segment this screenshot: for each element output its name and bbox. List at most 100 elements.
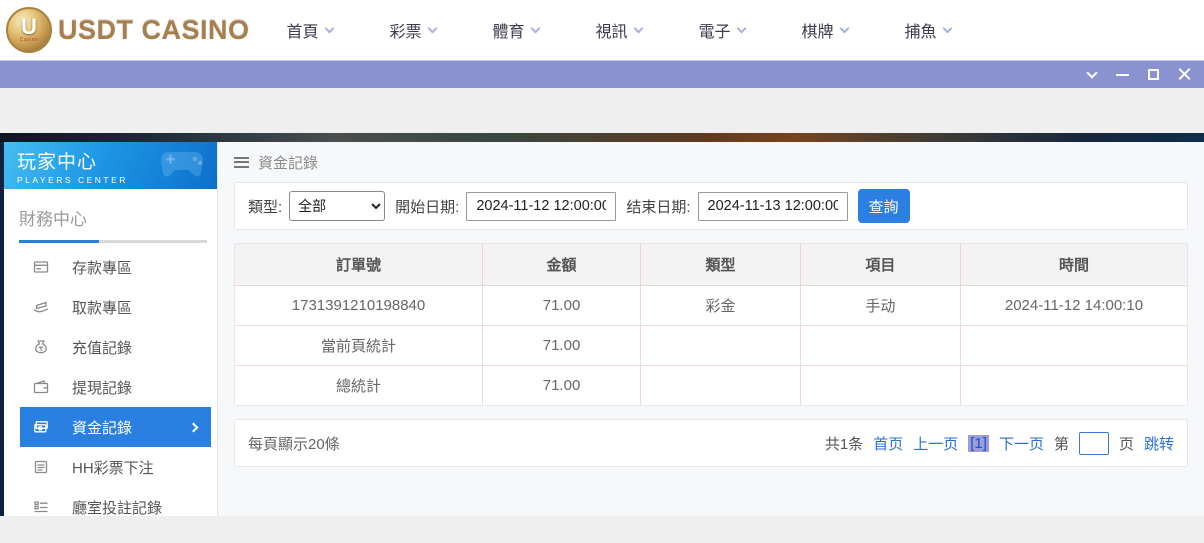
minimize-icon: [1116, 74, 1129, 76]
cell-empty: [800, 365, 960, 405]
sidebar-item-withdraw[interactable]: 取款專區: [4, 287, 217, 327]
chevron-down-icon: [736, 23, 746, 33]
nav-item-sports[interactable]: 體育: [464, 0, 567, 60]
pagination: 共1条 首页 上一页 [1] 下一页 第 页 跳转: [825, 432, 1174, 455]
records-table: 訂單號 金額 類型 項目 時間 1731391210198840 71.00 彩…: [235, 244, 1187, 405]
nav-item-label: 棋牌: [801, 18, 833, 42]
sidebar-item-fund-records[interactable]: 資金記錄: [20, 407, 211, 447]
sidebar-item-room-bet-records[interactable]: 廳室投註記錄: [4, 487, 217, 527]
col-header-time: 時間: [960, 244, 1187, 285]
sidebar-item-label: 資金記錄: [72, 417, 132, 438]
page-title: 資金記錄: [258, 152, 318, 173]
content-area: 資金記錄 類型: 全部 開始日期: 结束日期: 查詢 訂單號 金額: [218, 142, 1204, 516]
cell-empty: [960, 325, 1187, 365]
col-header-type: 類型: [641, 244, 801, 285]
nav-item-home[interactable]: 首頁: [258, 0, 361, 60]
chevron-down-icon: [1086, 67, 1097, 78]
withdraw-hand-icon: [33, 299, 49, 315]
type-select[interactable]: 全部: [289, 191, 385, 221]
table-row: 1731391210198840 71.00 彩金 手动 2024-11-12 …: [235, 285, 1187, 325]
coin-letter: U: [21, 17, 37, 37]
breadcrumb: 資金記錄: [234, 142, 1188, 182]
col-header-item: 項目: [800, 244, 960, 285]
hamburger-icon[interactable]: [234, 157, 249, 168]
cash-icon: [33, 419, 49, 435]
nav-item-chess[interactable]: 棋牌: [773, 0, 876, 60]
window-minimize-button[interactable]: [1107, 61, 1138, 89]
sidebar-item-deposit[interactable]: 存款專區: [4, 247, 217, 287]
search-button[interactable]: 查詢: [858, 189, 910, 223]
nav-item-slots[interactable]: 電子: [670, 0, 773, 60]
chevron-down-icon: [427, 23, 437, 33]
sidebar-item-withdrawal-records[interactable]: 提現記錄: [4, 367, 217, 407]
pagination-panel: 每頁顯示20條 共1条 首页 上一页 [1] 下一页 第 页 跳转: [234, 419, 1188, 467]
cell-empty: [800, 325, 960, 365]
logo[interactable]: U Casino USDT CASINO: [6, 7, 230, 53]
sidebar-item-label: 廳室投註記錄: [72, 497, 162, 518]
filter-panel: 類型: 全部 開始日期: 结束日期: 查詢: [234, 182, 1188, 230]
chevron-down-icon: [530, 23, 540, 33]
sidebar-item-recharge-records[interactable]: 充值記錄: [4, 327, 217, 367]
maximize-icon: [1148, 69, 1159, 80]
col-header-order-no: 訂單號: [235, 244, 483, 285]
nav-item-lottery[interactable]: 彩票: [361, 0, 464, 60]
nav-item-label: 視訊: [595, 18, 627, 42]
sidebar-item-label: HH彩票下注: [72, 457, 154, 478]
records-table-panel: 訂單號 金額 類型 項目 時間 1731391210198840 71.00 彩…: [234, 243, 1188, 406]
start-date-label: 開始日期:: [395, 196, 459, 217]
cell-amount: 71.00: [483, 325, 641, 365]
window-close-button[interactable]: [1169, 61, 1200, 89]
dark-banner-strip: [0, 133, 1204, 142]
nav-item-label: 首頁: [286, 18, 318, 42]
main-area: 玩家中心 PLAYERS CENTER 財務中心 存款專區: [0, 142, 1204, 516]
window-collapse-button[interactable]: [1076, 61, 1107, 89]
table-row-page-total: 當前頁統計 71.00: [235, 325, 1187, 365]
jump-action-link[interactable]: 跳转: [1144, 433, 1174, 454]
top-header: U Casino USDT CASINO 首頁 彩票 體育 視訊 電子 棋牌: [0, 0, 1204, 60]
cell-empty: [641, 325, 801, 365]
cell-order-no: 1731391210198840: [235, 285, 483, 325]
cell-amount: 71.00: [483, 365, 641, 405]
coin-logo-icon: U Casino: [6, 7, 52, 53]
wallet-icon: [33, 379, 49, 395]
cell-item: 手动: [800, 285, 960, 325]
moneybag-icon: [33, 339, 49, 355]
spacer-band: [0, 88, 1204, 133]
cell-time: 2024-11-12 14:00:10: [960, 285, 1187, 325]
sidebar-item-label: 存款專區: [72, 257, 132, 278]
end-date-label: 结束日期:: [626, 196, 690, 217]
start-date-input[interactable]: [466, 192, 616, 221]
nav-item-label: 彩票: [389, 18, 421, 42]
window-maximize-button[interactable]: [1138, 61, 1169, 89]
nav-item-label: 捕魚: [904, 18, 936, 42]
logo-text: USDT CASINO: [58, 15, 250, 46]
sidebar-item-hh-lottery-bets[interactable]: HH彩票下注: [4, 447, 217, 487]
document-icon: [33, 459, 49, 475]
current-page-indicator: [1]: [968, 435, 989, 452]
nav-item-label: 電子: [698, 18, 730, 42]
chevron-down-icon: [324, 23, 334, 33]
jump-label-post: 页: [1119, 433, 1134, 454]
window-titlebar: [0, 60, 1204, 88]
deposit-card-icon: [33, 259, 49, 275]
col-header-amount: 金額: [483, 244, 641, 285]
first-page-link[interactable]: 首页: [873, 433, 903, 454]
nav-item-live-video[interactable]: 視訊: [567, 0, 670, 60]
sidebar-section-underline: [19, 240, 207, 243]
sidebar-item-label: 充值記錄: [72, 337, 132, 358]
jump-label-pre: 第: [1054, 433, 1069, 454]
nav-item-fishing[interactable]: 捕魚: [876, 0, 979, 60]
page-jump-input[interactable]: [1079, 432, 1109, 455]
cell-type: 彩金: [641, 285, 801, 325]
chevron-down-icon: [633, 23, 643, 33]
chevron-right-icon: [189, 422, 199, 432]
gamepad-icon: [157, 146, 209, 182]
end-date-input[interactable]: [698, 192, 848, 221]
cell-empty: [641, 365, 801, 405]
nav-item-label: 體育: [492, 18, 524, 42]
coin-caption: Casino: [20, 37, 39, 43]
next-page-link[interactable]: 下一页: [999, 433, 1044, 454]
sidebar-section-title: 財務中心: [4, 189, 217, 230]
sidebar: 玩家中心 PLAYERS CENTER 財務中心 存款專區: [4, 142, 218, 516]
prev-page-link[interactable]: 上一页: [913, 433, 958, 454]
